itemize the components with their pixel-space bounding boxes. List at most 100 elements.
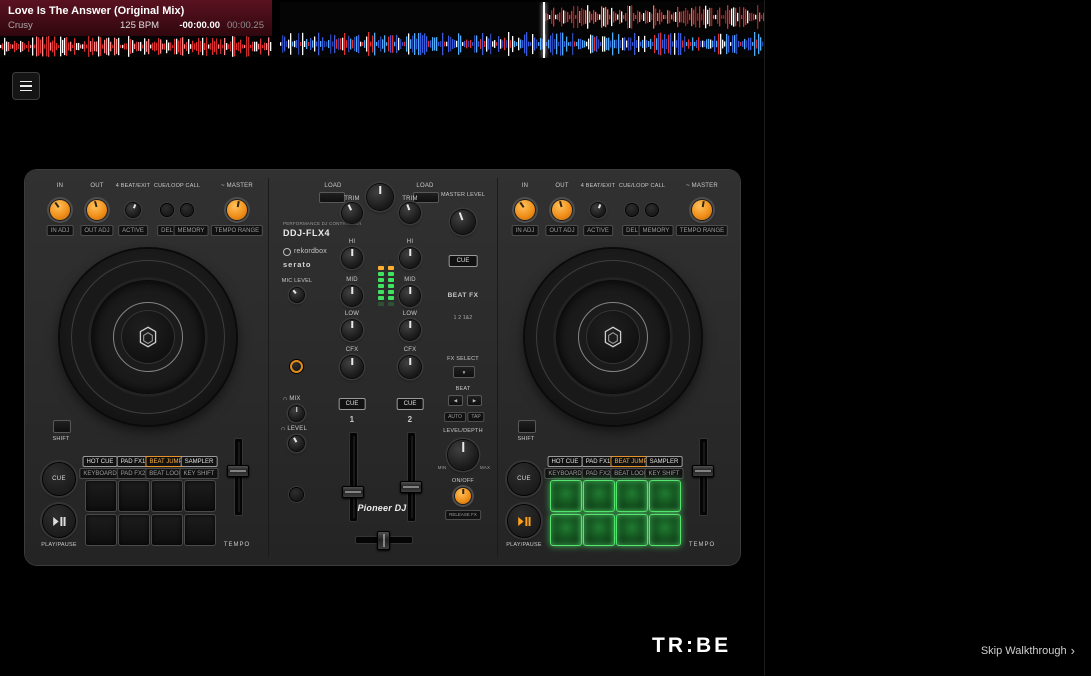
beat-fx-label: BEAT FX xyxy=(448,292,479,299)
app: Love Is The Answer (Original Mix) Crusy … xyxy=(0,0,1091,676)
mid-knob-ch1[interactable] xyxy=(342,286,362,306)
performance-pad-lit[interactable] xyxy=(616,480,648,512)
mid-knob-ch2[interactable] xyxy=(400,286,420,306)
headphone-mix-knob[interactable] xyxy=(289,406,304,421)
beat4-button-right[interactable] xyxy=(591,203,605,217)
fx-select-button[interactable]: ▼ xyxy=(453,366,475,378)
beat-sync-knob[interactable] xyxy=(227,200,247,220)
performance-pad-lit[interactable] xyxy=(550,480,582,512)
performance-pad[interactable] xyxy=(85,514,117,546)
performance-pad-lit[interactable] xyxy=(583,514,615,546)
jog-wheel-left[interactable] xyxy=(60,249,236,425)
loop-in-label: IN xyxy=(522,183,528,190)
mic-level-knob[interactable] xyxy=(290,288,304,302)
master-level-label: MASTER LEVEL xyxy=(441,192,485,198)
performance-pad-lit[interactable] xyxy=(550,514,582,546)
pad-mode-padfx1-label[interactable]: PAD FX1 xyxy=(117,456,150,467)
trim-knob-ch1[interactable] xyxy=(342,203,362,223)
play-pause-icon xyxy=(53,517,66,526)
fx-on-off-button[interactable] xyxy=(455,488,471,504)
cfx-knob-ch2[interactable] xyxy=(399,356,421,378)
cue-button-right[interactable]: CUE xyxy=(508,463,540,495)
headphone-level-knob[interactable] xyxy=(289,436,304,451)
beat4-button[interactable] xyxy=(126,203,140,217)
cue-loop-call-label: CUE/LOOP CALL xyxy=(619,183,665,189)
headphone-cue-ch1-button[interactable]: CUE xyxy=(339,398,366,410)
trim-knob-ch2[interactable] xyxy=(400,203,420,223)
loop-out-knob-right[interactable] xyxy=(552,200,572,220)
pad-mode-sampler-label[interactable]: SAMPLER xyxy=(181,456,218,467)
shift-button-right[interactable] xyxy=(518,420,536,433)
loop-in-knob[interactable] xyxy=(50,200,70,220)
performance-pad[interactable] xyxy=(184,480,216,512)
master-cue-fx-button[interactable]: CUE xyxy=(449,255,478,267)
in-adj-label: IN ADJ xyxy=(47,225,74,236)
tribe-jog-logo-icon xyxy=(600,324,626,350)
min-label: MIN xyxy=(438,466,447,471)
channel-fader-ch2-cap[interactable] xyxy=(400,481,422,493)
performance-pad[interactable] xyxy=(151,514,183,546)
loop-out-label: OUT xyxy=(555,183,568,190)
out-adj-label: OUT ADJ xyxy=(80,225,113,236)
pad-mode-keyboard-label: KEYBOARD xyxy=(79,468,120,479)
load-left-button[interactable] xyxy=(319,192,345,203)
tribe-logo: TR:BE xyxy=(652,634,731,658)
pad-mode-padfx1-label[interactable]: PAD FX1 xyxy=(582,456,615,467)
cue-loop-call-right-button[interactable] xyxy=(181,204,193,216)
play-pause-label: PLAY/PAUSE xyxy=(506,542,541,548)
skip-walkthrough-link[interactable]: Skip Walkthrough › xyxy=(981,644,1075,657)
channel-fader-ch1-cap[interactable] xyxy=(342,486,364,498)
loop-in-knob-right[interactable] xyxy=(515,200,535,220)
cfx-knob-ch1[interactable] xyxy=(341,356,363,378)
headphone-cue-ch2-button[interactable]: CUE xyxy=(397,398,424,410)
performance-pad[interactable] xyxy=(118,514,150,546)
shift-button-left[interactable] xyxy=(53,420,71,433)
jog-wheel-right[interactable] xyxy=(525,249,701,425)
low-knob-ch1[interactable] xyxy=(342,320,362,340)
headphone-icon: ∩ xyxy=(283,396,287,402)
tempo-slider-right-cap[interactable] xyxy=(692,465,714,477)
low-label-ch1: LOW xyxy=(345,311,359,318)
cue-loop-call-left-button-right[interactable] xyxy=(626,204,638,216)
master-cue-button[interactable] xyxy=(290,488,303,501)
cue-button-left[interactable]: CUE xyxy=(43,463,75,495)
master-sync-label: ~ MASTER xyxy=(221,183,253,190)
smart-cfx-button[interactable] xyxy=(290,360,303,373)
performance-pad[interactable] xyxy=(85,480,117,512)
beat-sync-knob-right[interactable] xyxy=(692,200,712,220)
hi-knob-ch1[interactable] xyxy=(342,248,362,268)
crossfader-cap[interactable] xyxy=(377,531,390,550)
tempo-slider-left-cap[interactable] xyxy=(227,465,249,477)
menu-button[interactable] xyxy=(12,72,40,100)
fx-select-label: FX SELECT xyxy=(447,356,479,362)
play-button-right[interactable] xyxy=(508,505,540,537)
cue-loop-call-left-button[interactable] xyxy=(161,204,173,216)
performance-pad[interactable] xyxy=(184,514,216,546)
low-knob-ch2[interactable] xyxy=(400,320,420,340)
beat-left-button[interactable]: ◀ xyxy=(448,395,463,406)
performance-pad[interactable] xyxy=(151,480,183,512)
memory-label: MEMORY xyxy=(639,225,674,236)
beat4-label: 4 BEAT/EXIT xyxy=(116,183,151,189)
performance-pad-lit[interactable] xyxy=(583,480,615,512)
level-meter-ch1 xyxy=(378,260,384,306)
beat-right-button[interactable]: ▶ xyxy=(467,395,482,406)
performance-pad-lit[interactable] xyxy=(649,514,681,546)
pad-mode-hotcue-label[interactable]: HOT CUE xyxy=(548,456,583,467)
tempo-label: TEMPO xyxy=(689,542,715,549)
performance-pad-lit[interactable] xyxy=(616,514,648,546)
master-level-knob[interactable] xyxy=(451,210,475,234)
pad-mode-sampler-label[interactable]: SAMPLER xyxy=(646,456,683,467)
play-button-left[interactable] xyxy=(43,505,75,537)
hi-knob-ch2[interactable] xyxy=(400,248,420,268)
deck-left-title: Love Is The Answer (Original Mix) xyxy=(8,5,264,17)
browse-encoder[interactable] xyxy=(367,184,393,210)
performance-pad[interactable] xyxy=(118,480,150,512)
cue-loop-call-right-button-right[interactable] xyxy=(646,204,658,216)
shift-label: SHIFT xyxy=(518,436,535,442)
performance-pad-lit[interactable] xyxy=(649,480,681,512)
cfx-label-ch2: CFX xyxy=(404,347,417,354)
pad-mode-hotcue-label[interactable]: HOT CUE xyxy=(83,456,118,467)
level-depth-knob[interactable] xyxy=(448,440,478,470)
loop-out-knob[interactable] xyxy=(87,200,107,220)
